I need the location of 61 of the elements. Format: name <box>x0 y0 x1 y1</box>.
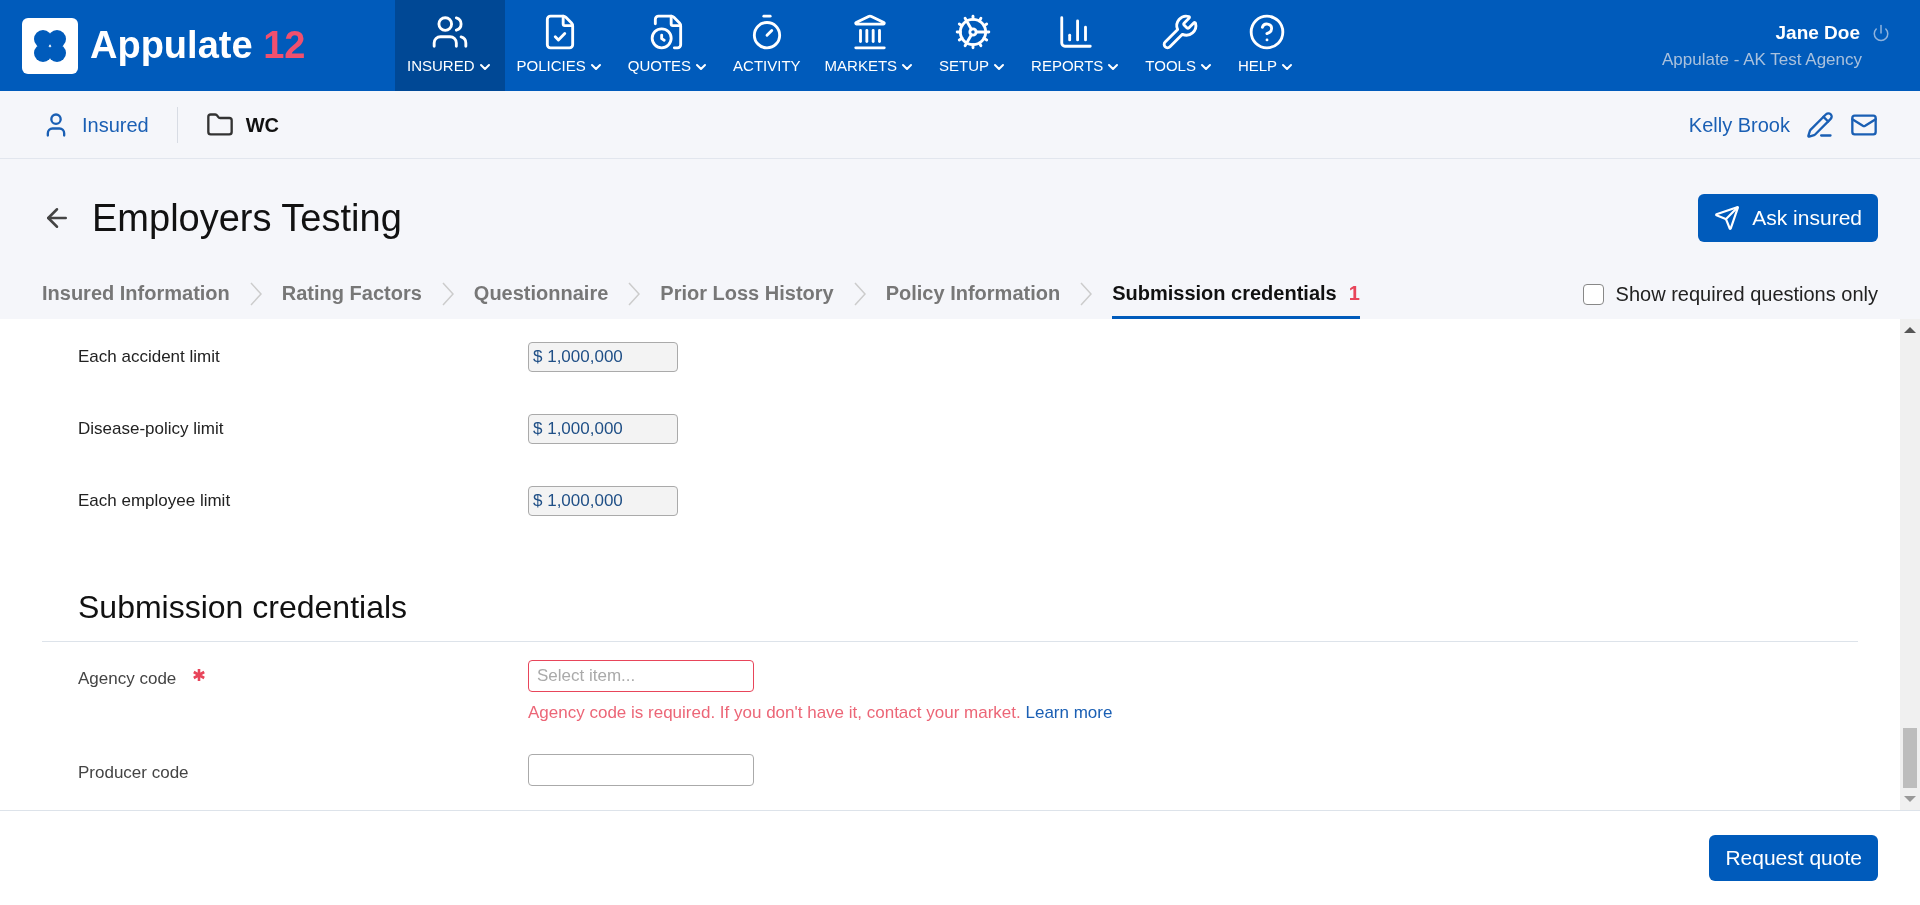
code-field[interactable] <box>528 753 754 786</box>
step-tab[interactable]: Insured Information <box>42 269 230 319</box>
field-label: Producer code <box>78 761 189 784</box>
nav-item[interactable]: MARKETS <box>812 0 928 91</box>
nav-label: MARKETS <box>824 55 916 78</box>
field-label: Each employee limit <box>78 490 232 513</box>
user-name: Jane Doe <box>1775 20 1860 45</box>
folder-name: WC <box>245 112 280 138</box>
section-title: Submission credentials <box>77 588 409 627</box>
nav-item[interactable]: QUOTES <box>615 0 722 91</box>
contact-link[interactable]: Kelly Brook <box>1688 109 1790 140</box>
limit-field[interactable]: $ 1,000,000 <box>528 342 678 372</box>
code-field[interactable]: Select item... <box>528 660 754 692</box>
step-tab[interactable]: Policy Information <box>885 269 1061 319</box>
field-label: Disease-policy limit <box>78 418 225 441</box>
field-label: Agency code <box>78 668 177 690</box>
nav-item[interactable]: INSURED <box>395 0 505 91</box>
step-tab[interactable]: Submission credentials 1 <box>1112 269 1360 319</box>
nav-item[interactable]: REPORTS <box>1019 0 1134 91</box>
nav-label: SETUP <box>939 55 1008 78</box>
nav-label: ACTIVITY <box>733 56 801 77</box>
power-icon[interactable] <box>1872 23 1890 42</box>
app-logo-text[interactable]: Appulate 12 <box>90 17 306 74</box>
send-icon <box>1714 205 1741 231</box>
field-label: Each accident limit <box>78 346 221 369</box>
step-tab[interactable]: Rating Factors <box>281 269 422 319</box>
insured-link[interactable]: Insured <box>42 106 178 143</box>
nav-label: REPORTS <box>1031 55 1122 78</box>
tools-icon <box>1160 13 1199 52</box>
limit-field[interactable]: $ 1,000,000 <box>528 486 678 516</box>
ask-insured-button[interactable]: Ask insured <box>1698 194 1878 242</box>
nav-label: INSURED <box>407 55 493 78</box>
nav-item[interactable]: ACTIVITY <box>721 0 813 91</box>
step-chevron-icon <box>1080 282 1093 306</box>
request-quote-button[interactable]: Request quote <box>1709 835 1878 881</box>
edit-icon[interactable] <box>1806 110 1834 139</box>
required-only-checkbox[interactable]: Show required questions only <box>1582 269 1878 319</box>
error-message: Agency code is required. If you don't have it, contact your market. Learn more <box>528 702 1113 724</box>
clover-logo-icon <box>22 17 78 74</box>
nav-label: TOOLS <box>1145 55 1214 78</box>
step-tab[interactable]: Questionnaire <box>473 269 609 319</box>
agency-name: Appulate - AK Test Agency <box>1661 49 1862 71</box>
step-chevron-icon <box>441 282 454 306</box>
nav-label: HELP <box>1237 55 1296 78</box>
nav-item[interactable]: SETUP <box>927 0 1020 91</box>
nav-label: POLICIES <box>516 55 604 78</box>
step-chevron-icon <box>249 282 262 306</box>
help-icon <box>1247 13 1286 52</box>
step-chevron-icon <box>628 282 641 306</box>
nav-item[interactable]: POLICIES <box>504 0 616 91</box>
limit-field[interactable]: $ 1,000,000 <box>528 414 678 444</box>
folder-icon <box>205 110 234 139</box>
nav-item[interactable]: TOOLS <box>1133 0 1226 91</box>
step-tab[interactable]: Prior Loss History <box>660 269 834 319</box>
settings-icon <box>954 13 993 52</box>
nav-label: QUOTES <box>627 55 710 78</box>
nav-item[interactable]: HELP <box>1225 0 1308 91</box>
learn-more-link[interactable]: Learn more <box>1025 703 1113 722</box>
scrollbar[interactable] <box>1900 319 1920 810</box>
step-chevron-icon <box>853 282 866 306</box>
page-title: Employers Testing <box>92 195 402 241</box>
